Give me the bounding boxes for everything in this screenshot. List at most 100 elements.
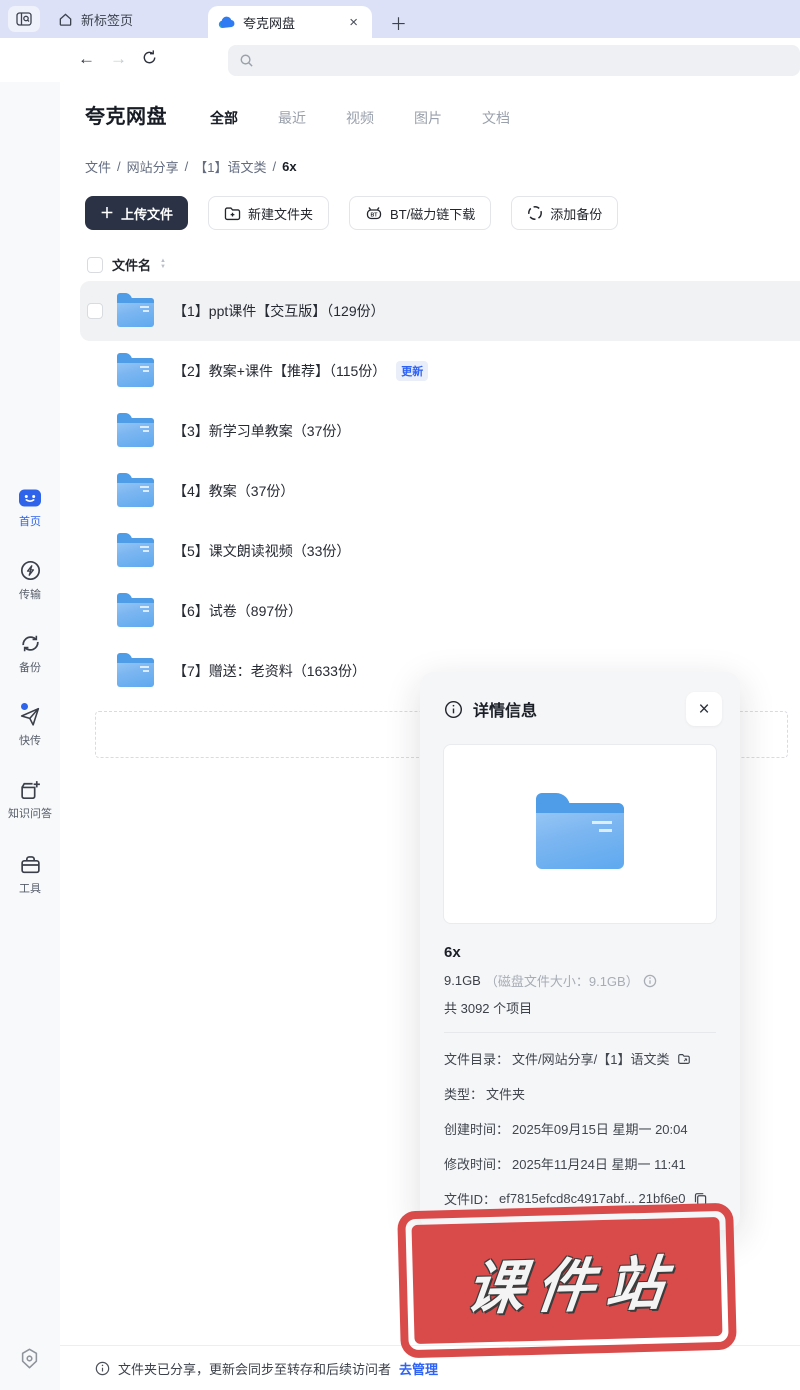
- tab-videos[interactable]: 视频: [346, 108, 374, 128]
- file-row[interactable]: 【1】ppt课件【交互版】（129份）: [80, 281, 800, 341]
- sidebar-label: 工具: [19, 880, 41, 896]
- detail-label: 文件目录：: [444, 1049, 509, 1068]
- gear-icon: [17, 1346, 42, 1371]
- details-row-directory: 文件目录： 文件/网站分享/【1】语文类: [444, 1049, 716, 1068]
- folder-icon: [536, 803, 624, 869]
- bt-magnet-icon: BT: [365, 205, 383, 221]
- detail-value: 2025年09月15日 星期一 20:04: [512, 1119, 688, 1138]
- size-info-icon[interactable]: [643, 974, 657, 988]
- tab-docs[interactable]: 文档: [482, 108, 510, 128]
- new-folder-button[interactable]: 新建文件夹: [208, 196, 329, 230]
- file-row[interactable]: 【4】教案（37份）: [60, 461, 800, 521]
- sort-icon[interactable]: ▲ ▼: [160, 259, 166, 270]
- page-title: 夸克网盘: [85, 100, 167, 129]
- sidebar-item-transfer[interactable]: 传输: [0, 559, 60, 602]
- settings-button[interactable]: [17, 1346, 42, 1371]
- sidebar-item-quick-send[interactable]: 快传: [0, 705, 60, 748]
- details-title: 详情信息: [473, 697, 686, 721]
- filename-column-label: 文件名: [112, 255, 151, 274]
- tab-label: 夸克网盘: [243, 13, 337, 32]
- file-name: 【7】赠送：老资料（1633份）: [173, 661, 366, 681]
- details-row-modified: 修改时间： 2025年11月24日 星期一 11:41: [444, 1154, 716, 1173]
- details-row-created: 创建时间： 2025年09月15日 星期一 20:04: [444, 1119, 716, 1138]
- back-icon[interactable]: ←: [78, 48, 95, 70]
- new-tab-button[interactable]: ＋: [384, 8, 413, 37]
- stamp-watermark: 课件站: [397, 1203, 737, 1359]
- detail-label: 类型：: [444, 1084, 483, 1103]
- details-file-name: 6x: [444, 944, 716, 961]
- backup-circle-icon: [527, 205, 543, 221]
- updated-badge: 更新: [396, 361, 428, 381]
- tab-quark-drive[interactable]: 夸克网盘 ×: [208, 6, 372, 38]
- backup-sync-icon: [19, 632, 42, 655]
- sidebar-label: 首页: [19, 513, 41, 529]
- file-row[interactable]: 【3】新学习单教案（37份）: [60, 401, 800, 461]
- tab-new-page[interactable]: 新标签页: [48, 5, 143, 33]
- breadcrumb-separator: /: [117, 159, 121, 174]
- file-row[interactable]: 【2】教案+课件【推荐】（115份） 更新: [60, 341, 800, 401]
- detail-value: 2025年11月24日 星期一 11:41: [512, 1154, 686, 1173]
- tab-recent[interactable]: 最近: [278, 108, 306, 128]
- home-drive-icon: [17, 486, 43, 509]
- sidebar-label: 备份: [19, 659, 41, 675]
- folder-icon: [117, 298, 154, 327]
- stamp-text: 课件站: [452, 1235, 682, 1325]
- breadcrumb-item[interactable]: 【1】语文类: [194, 157, 266, 176]
- toolbar: ＋ 上传文件 新建文件夹 BT BT/磁力链下载: [85, 196, 618, 230]
- folder-icon: [117, 478, 154, 507]
- detail-value: 文件/网站分享/【1】语文类: [512, 1049, 669, 1068]
- open-directory-icon[interactable]: [677, 1052, 691, 1066]
- add-backup-button[interactable]: 添加备份: [511, 196, 618, 230]
- breadcrumb-item[interactable]: 网站分享: [127, 157, 179, 176]
- sidebar-item-backup[interactable]: 备份: [0, 632, 60, 675]
- close-icon: ×: [698, 700, 709, 719]
- share-notice-text: 文件夹已分享，更新会同步至转存和后续访问者: [118, 1359, 391, 1378]
- sidebar-label: 传输: [19, 586, 41, 602]
- select-all-checkbox[interactable]: [87, 257, 103, 273]
- close-panel-button[interactable]: ×: [686, 692, 722, 726]
- upload-label: 上传文件: [121, 204, 173, 223]
- file-row[interactable]: 【6】试卷（897份）: [60, 581, 800, 641]
- browser-tabbar: 新标签页 夸克网盘 × ＋: [0, 0, 800, 38]
- info-icon: [444, 700, 463, 719]
- sidebar-item-knowledge-qa[interactable]: 知识问答: [0, 778, 60, 821]
- toolbox-icon: [19, 853, 42, 876]
- manage-share-link[interactable]: 去管理: [399, 1359, 438, 1378]
- tab-label: 新标签页: [81, 10, 133, 29]
- folder-preview: [443, 744, 717, 924]
- divider: [444, 1032, 716, 1033]
- row-checkbox[interactable]: [87, 303, 103, 319]
- upload-file-button[interactable]: ＋ 上传文件: [85, 196, 188, 230]
- sidebar-label: 知识问答: [8, 805, 52, 821]
- sidebar-search-icon: [16, 12, 32, 26]
- detail-label: 修改时间：: [444, 1154, 509, 1173]
- breadcrumb-current: 6x: [282, 159, 296, 174]
- sidebar-item-home[interactable]: 首页: [0, 486, 60, 529]
- info-icon: [95, 1361, 110, 1376]
- svg-text:BT: BT: [371, 212, 379, 218]
- breadcrumb-separator: /: [273, 159, 277, 174]
- tab-all[interactable]: 全部: [210, 108, 238, 128]
- sidebar-item-tools[interactable]: 工具: [0, 853, 60, 896]
- quark-logo-icon: [218, 15, 235, 30]
- file-row[interactable]: 【5】课文朗读视频（33份）: [60, 521, 800, 581]
- bt-download-label: BT/磁力链下载: [390, 204, 475, 223]
- file-name: 【4】教案（37份）: [173, 481, 294, 501]
- tab-close-icon[interactable]: ×: [345, 13, 362, 32]
- address-search-input[interactable]: [228, 45, 800, 76]
- breadcrumb-item[interactable]: 文件: [85, 157, 111, 176]
- new-folder-label: 新建文件夹: [248, 204, 313, 223]
- search-icon: [239, 53, 254, 68]
- details-size-note: （磁盘文件大小：9.1GB）: [485, 971, 639, 990]
- plus-icon: ＋: [100, 203, 114, 223]
- tab-images[interactable]: 图片: [414, 108, 442, 128]
- file-list: 【1】ppt课件【交互版】（129份） 【2】教案+课件【推荐】（115份） 更…: [60, 281, 800, 701]
- reload-icon[interactable]: [141, 49, 158, 66]
- details-item-count: 共 3092 个项目: [444, 998, 716, 1017]
- bt-download-button[interactable]: BT BT/磁力链下载: [349, 196, 491, 230]
- add-backup-label: 添加备份: [550, 204, 602, 223]
- file-name: 【2】教案+课件【推荐】（115份）: [173, 361, 386, 381]
- breadcrumb: 文件 / 网站分享 / 【1】语文类 / 6x: [85, 157, 297, 176]
- workspace-search-button[interactable]: [8, 6, 40, 32]
- forward-icon: →: [110, 48, 127, 70]
